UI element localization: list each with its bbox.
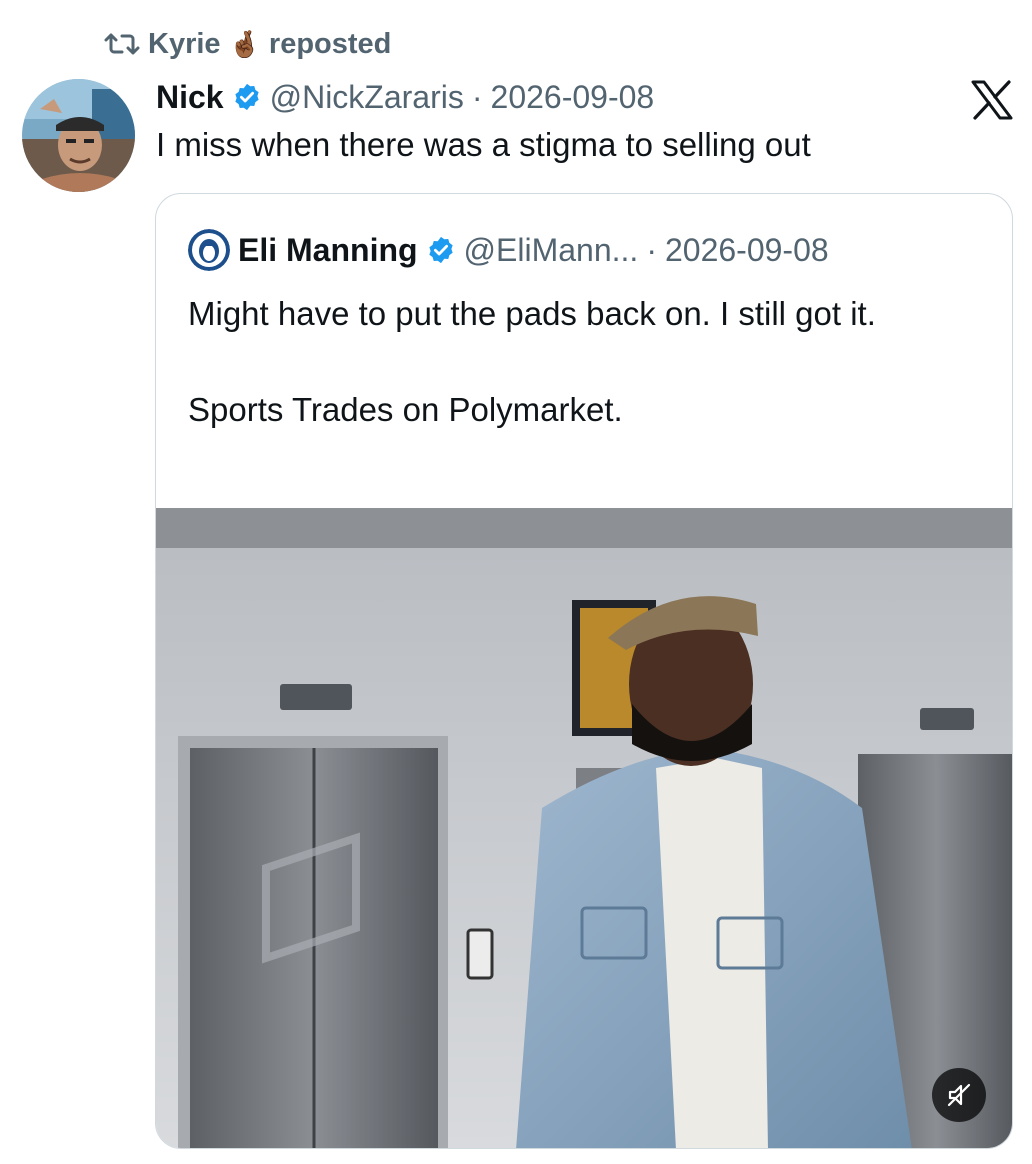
- author-handle[interactable]: @NickZararis: [270, 79, 464, 116]
- quoted-post-text: Might have to put the pads back on. I st…: [188, 290, 988, 434]
- repost-indicator[interactable]: Kyrie 🤞🏾 reposted: [104, 26, 391, 62]
- quoted-text-line: Might have to put the pads back on. I st…: [188, 295, 876, 332]
- author-name[interactable]: Nick: [156, 79, 224, 116]
- quoted-author-avatar: [188, 229, 230, 271]
- repost-action-label: reposted: [268, 27, 392, 60]
- verified-badge-icon: [234, 83, 259, 111]
- quoted-author-name[interactable]: Eli Manning: [238, 232, 418, 269]
- muted-speaker-icon: [947, 1083, 971, 1107]
- repost-user-name[interactable]: Kyrie: [148, 28, 221, 61]
- mute-toggle-button[interactable]: [932, 1068, 986, 1122]
- quoted-post-date[interactable]: 2026-09-08: [665, 232, 829, 269]
- video-frame: [156, 508, 1012, 1148]
- separator-dot: ·: [471, 78, 483, 115]
- separator-dot: ·: [646, 231, 657, 268]
- post-header: Nick @NickZararis · 2026-09-08: [156, 74, 654, 120]
- verified-badge-icon: [428, 236, 453, 264]
- x-logo-icon: [971, 80, 1013, 120]
- post-text: I miss when there was a stigma to sellin…: [156, 126, 811, 163]
- author-avatar[interactable]: [22, 79, 135, 192]
- post-date[interactable]: 2026-09-08: [491, 79, 655, 116]
- quoted-post-card[interactable]: Eli Manning @EliMann... · 2026-09-08 Mig…: [155, 193, 1013, 1149]
- quoted-text-line: Sports Trades on Polymarket.: [188, 390, 623, 428]
- quoted-post-header: Eli Manning @EliMann... · 2026-09-08: [188, 227, 829, 273]
- quoted-author-handle[interactable]: @EliMann...: [464, 232, 639, 269]
- crossed-fingers-emoji: 🤞🏾: [228, 29, 261, 59]
- video-player[interactable]: [156, 508, 1012, 1148]
- retweet-icon: [104, 33, 140, 55]
